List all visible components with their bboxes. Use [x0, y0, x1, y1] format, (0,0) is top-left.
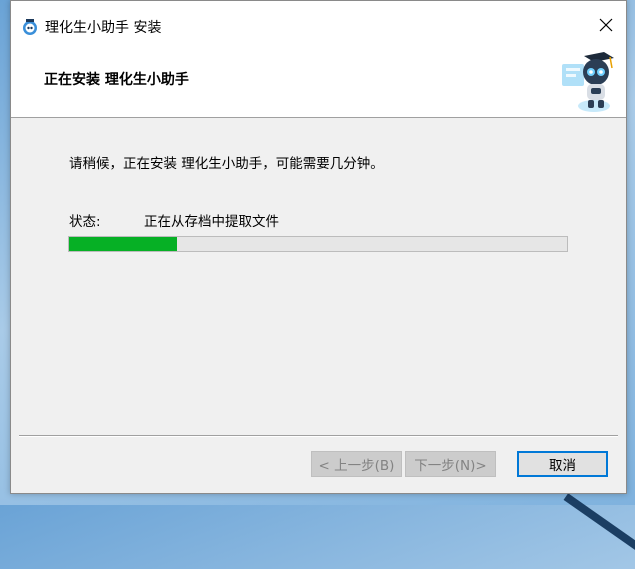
close-icon: [599, 17, 613, 36]
robot-mascot-icon: [558, 50, 618, 114]
wizard-header: 正在安装 理化生小助手: [11, 48, 626, 118]
status-text: 正在从存档中提取文件: [144, 214, 279, 230]
title-bar[interactable]: 理化生小助手 安装: [11, 1, 626, 48]
footer-separator: [19, 435, 618, 437]
progress-bar: [68, 236, 568, 252]
wizard-content: 请稍候，正在安装 理化生小助手，可能需要几分钟。 状态: 正在从存档中提取文件: [11, 118, 626, 436]
app-icon: [21, 18, 39, 36]
next-button[interactable]: 下一步(N)>: [405, 451, 496, 477]
progress-fill: [69, 237, 177, 251]
installer-window: 理化生小助手 安装 正在安装 理化生小助手 请稍候，正在安装 理化生小助手，可能…: [10, 0, 627, 494]
install-message: 请稍候，正在安装 理化生小助手，可能需要几分钟。: [69, 156, 384, 172]
back-button[interactable]: < 上一步(B): [311, 451, 402, 477]
close-button[interactable]: [586, 11, 626, 41]
status-label: 状态:: [69, 214, 101, 230]
page-title: 正在安装 理化生小助手: [44, 72, 189, 88]
window-title: 理化生小助手 安装: [45, 20, 162, 36]
cancel-button[interactable]: 取消: [517, 451, 608, 477]
